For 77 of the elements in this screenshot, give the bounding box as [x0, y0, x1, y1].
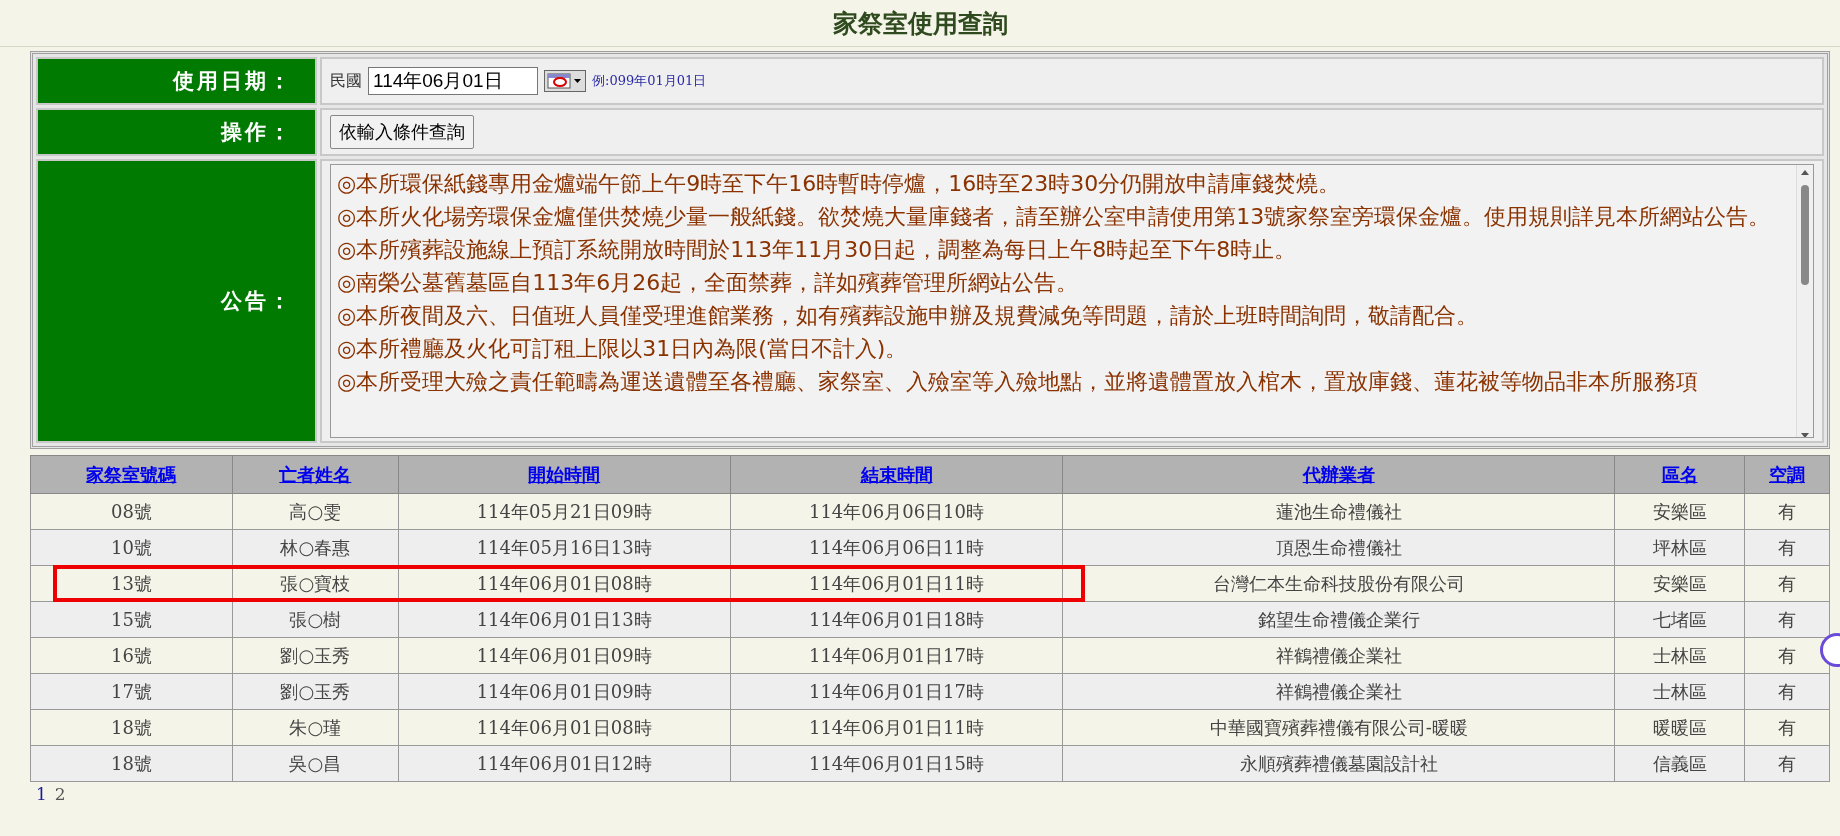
table-cell: 劉○玉秀 [232, 637, 399, 674]
table-cell: 114年06月01日13時 [398, 601, 731, 638]
field-label: 操作： [36, 108, 317, 156]
sort-link[interactable]: 結束時間 [860, 463, 933, 485]
table-cell: 銘望生命禮儀企業行 [1062, 601, 1615, 638]
table-cell: 114年05月21日09時 [398, 493, 731, 530]
table-cell: 114年06月01日15時 [730, 745, 1063, 782]
sort-link[interactable]: 家祭室號碼 [86, 463, 177, 485]
table-cell: 吳○昌 [232, 745, 399, 782]
sort-link[interactable]: 開始時間 [528, 463, 601, 485]
table-cell: 114年06月01日08時 [398, 709, 731, 746]
table-cell: 18號 [30, 709, 233, 746]
table-cell: 有 [1744, 673, 1830, 710]
era-label: 民國 [330, 70, 362, 92]
table-cell: 有 [1744, 601, 1830, 638]
table-cell: 劉○玉秀 [232, 673, 399, 710]
notice-text: ◎本所殯葬設施線上預訂系統開放時間於113年11月30日起，調整為每日上午8時起至下午8時止。 [337, 236, 1298, 264]
table-cell: 高○雯 [232, 493, 399, 530]
table-cell: 114年06月01日17時 [730, 673, 1063, 710]
table-cell: 17號 [30, 673, 233, 710]
table-cell: 114年06月01日12時 [398, 745, 731, 782]
table-cell: 七堵區 [1614, 601, 1745, 638]
notice-text: ◎本所禮廳及火化可訂租上限以31日內為限(當日不計入)。 [337, 335, 909, 363]
table-cell: 張○樹 [232, 601, 399, 638]
notice-text: ◎南榮公墓舊墓區自113年6月26起，全面禁葬，詳如殯葬管理所網站公告。 [337, 269, 1080, 297]
notice-box[interactable] [330, 164, 1814, 438]
table-cell: 台灣仁本生命科技股份有限公司 [1062, 565, 1615, 602]
table-cell: 坪林區 [1614, 529, 1745, 566]
notice-text: ◎本所夜間及六、日值班人員僅受理進館業務，如有殯葬設施申辦及規費減免等問題，請於上班時間詢問，敬請配合。 [337, 302, 1480, 330]
table-cell: 114年06月01日17時 [730, 637, 1063, 674]
notice-text: ◎本所受理大殮之責任範疇為運送遺體至各禮廳、家祭室、入殮室等入殮地點，並將遺體置放入棺木，置放庫錢、蓮花被等物品非本所服務項 [337, 368, 1700, 396]
sort-link[interactable]: 亡者姓名 [279, 463, 352, 485]
notice-text: ◎本所環保紙錢專用金爐端午節上午9時至下午16時暫時停爐，16時至23時30分仍開放申請庫錢焚燒。 [337, 170, 1342, 198]
table-cell: 10號 [30, 529, 233, 566]
table-cell: 祥鶴禮儀企業社 [1062, 637, 1615, 674]
table-cell: 114年05月16日13時 [398, 529, 731, 566]
query-button[interactable]: 依輸入條件查詢 [330, 115, 474, 149]
table-cell: 林○春惠 [232, 529, 399, 566]
table-cell: 頂恩生命禮儀社 [1062, 529, 1615, 566]
table-cell: 114年06月06日10時 [730, 493, 1063, 530]
table-cell: 有 [1744, 529, 1830, 566]
table-cell: 信義區 [1614, 745, 1745, 782]
notice-text: ◎本所火化場旁環保金爐僅供焚燒少量一般紙錢。欲焚燒大量庫錢者，請至辦公室申請使用第13號家祭室旁環保金爐。使用規則詳見本所網站公告。 [337, 203, 1772, 231]
table-cell: 114年06月01日09時 [398, 637, 731, 674]
table-cell: 士林區 [1614, 673, 1745, 710]
date-input-field[interactable]: 114年06月01日 [368, 67, 538, 95]
table-cell: 114年06月01日11時 [730, 709, 1063, 746]
table-cell: 114年06月01日09時 [398, 673, 731, 710]
table-cell: 朱○瑾 [232, 709, 399, 746]
date-format-hint: 例:099年01月01日 [592, 72, 707, 90]
table-cell: 114年06月01日18時 [730, 601, 1063, 638]
sort-link[interactable]: 區名 [1661, 463, 1698, 485]
page-link[interactable]: 2 [54, 784, 66, 804]
page-link[interactable]: 1 [36, 784, 47, 804]
table-cell: 有 [1744, 709, 1830, 746]
table-cell: 有 [1744, 565, 1830, 602]
table-cell: 18號 [30, 745, 233, 782]
sort-link[interactable]: 代辦業者 [1302, 463, 1375, 485]
calendar-button[interactable] [544, 70, 586, 92]
sort-link[interactable]: 空調 [1769, 463, 1805, 485]
field-label: 使用日期： [36, 57, 317, 105]
table-cell: 士林區 [1614, 637, 1745, 674]
table-cell: 114年06月06日11時 [730, 529, 1063, 566]
table-cell: 16號 [30, 637, 233, 674]
table-cell: 有 [1744, 493, 1830, 530]
table-cell: 15號 [30, 601, 233, 638]
table-cell: 安樂區 [1614, 565, 1745, 602]
table-cell: 永順殯葬禮儀墓園設計社 [1062, 745, 1615, 782]
table-cell: 08號 [30, 493, 233, 530]
table-cell: 暖暖區 [1614, 709, 1745, 746]
table-cell: 蓮池生命禮儀社 [1062, 493, 1615, 530]
page-title: 家祭室使用查詢 [832, 7, 1008, 40]
table-cell: 有 [1744, 745, 1830, 782]
table-cell: 安樂區 [1614, 493, 1745, 530]
table-cell: 祥鶴禮儀企業社 [1062, 673, 1615, 710]
field-label: 公告： [36, 159, 317, 443]
table-cell: 中華國寶殯葬禮儀有限公司-暖暖 [1062, 709, 1615, 746]
